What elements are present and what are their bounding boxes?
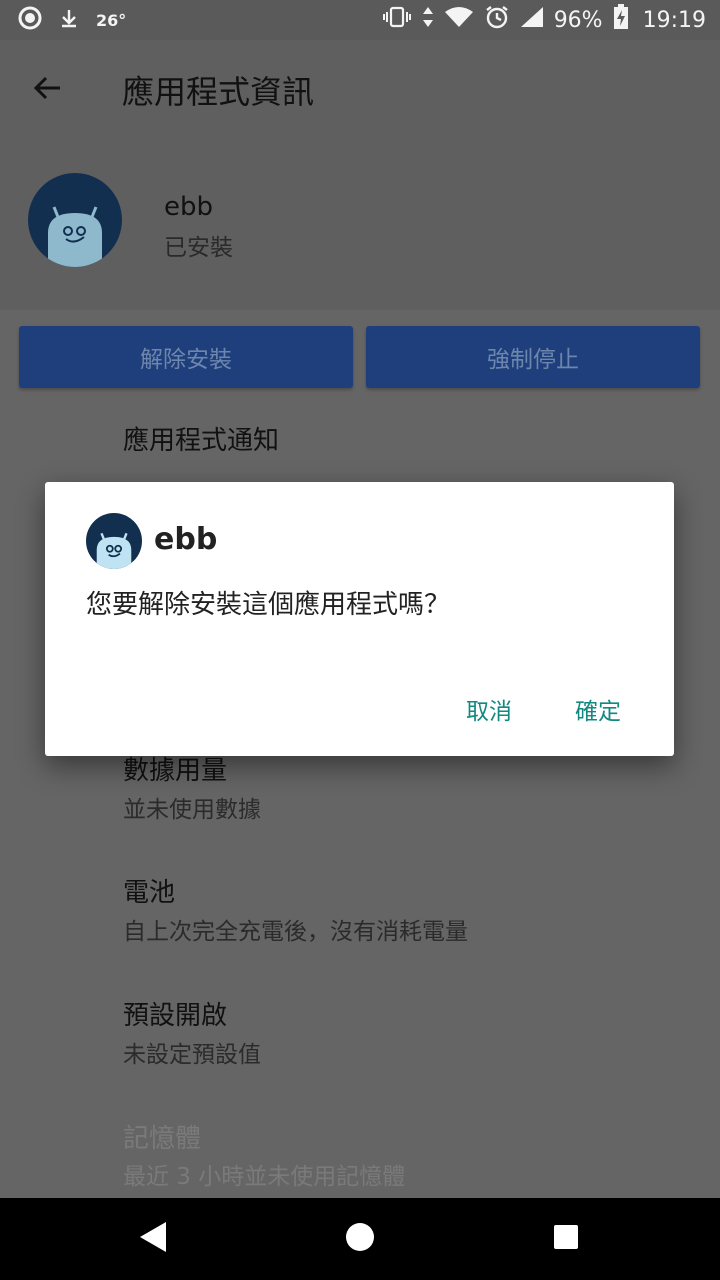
list-item-open-by-default-subtitle: 未設定預設值 [123,1042,261,1068]
nav-home-icon [345,1222,375,1256]
list-item-battery-subtitle: 自上次完全充電後，沒有消耗電量 [123,919,468,945]
wifi-icon [444,6,474,34]
vibrate-icon [382,6,412,34]
clock: 19:19 [642,7,706,33]
nav-recents-icon [553,1224,579,1254]
dialog-message: 您要解除安裝這個應用程式嗎？ [86,590,451,620]
cancel-button[interactable]: 取消 [466,692,512,726]
force-stop-button[interactable]: 強制停止 [366,326,700,388]
battery-charging-icon [613,4,629,36]
nav-recents-button[interactable] [516,1198,616,1280]
battery-percent: 96% [553,7,603,33]
list-item-open-by-default-title[interactable]: 預設開啟 [123,995,227,1032]
list-item-memory-title[interactable]: 記憶體 [123,1118,201,1155]
temperature-text: 26° [96,10,127,30]
arrow-back-icon [32,72,64,108]
app-install-status: 已安裝 [164,235,233,261]
signal-icon [520,6,544,34]
list-item-data-usage-subtitle: 並未使用數據 [123,797,261,823]
data-arrows-icon [422,6,434,34]
notification-circle-icon [18,6,42,34]
uninstall-dialog: ebb 您要解除安裝這個應用程式嗎？ 取消 確定 [45,482,674,756]
uninstall-button[interactable]: 解除安裝 [19,326,353,388]
download-arrow-icon [58,7,80,33]
navigation-bar [0,1198,720,1280]
nav-home-button[interactable] [310,1198,410,1280]
list-item-memory-subtitle: 最近 3 小時並未使用記憶體 [123,1164,406,1190]
list-item-battery-title[interactable]: 電池 [123,872,175,909]
list-item-notifications[interactable]: 應用程式通知 [123,420,279,457]
screen: 26° 96% 19:19 應用程式資訊 ebb 已安裝 解除安裝 強制停止 應… [0,0,720,1280]
nav-back-icon [138,1220,168,1258]
back-button[interactable] [18,60,78,120]
app-header: ebb 已安裝 [0,140,720,310]
app-name: ebb [164,192,214,222]
app-icon [28,173,122,267]
app-bar: 應用程式資訊 [0,40,720,140]
status-bar: 26° 96% 19:19 [0,0,720,40]
page-title: 應用程式資訊 [122,73,315,111]
nav-back-button[interactable] [103,1198,203,1280]
dialog-title: ebb [154,522,218,557]
dialog-app-icon [86,513,142,569]
confirm-button[interactable]: 確定 [575,692,621,726]
alarm-icon [484,5,510,35]
